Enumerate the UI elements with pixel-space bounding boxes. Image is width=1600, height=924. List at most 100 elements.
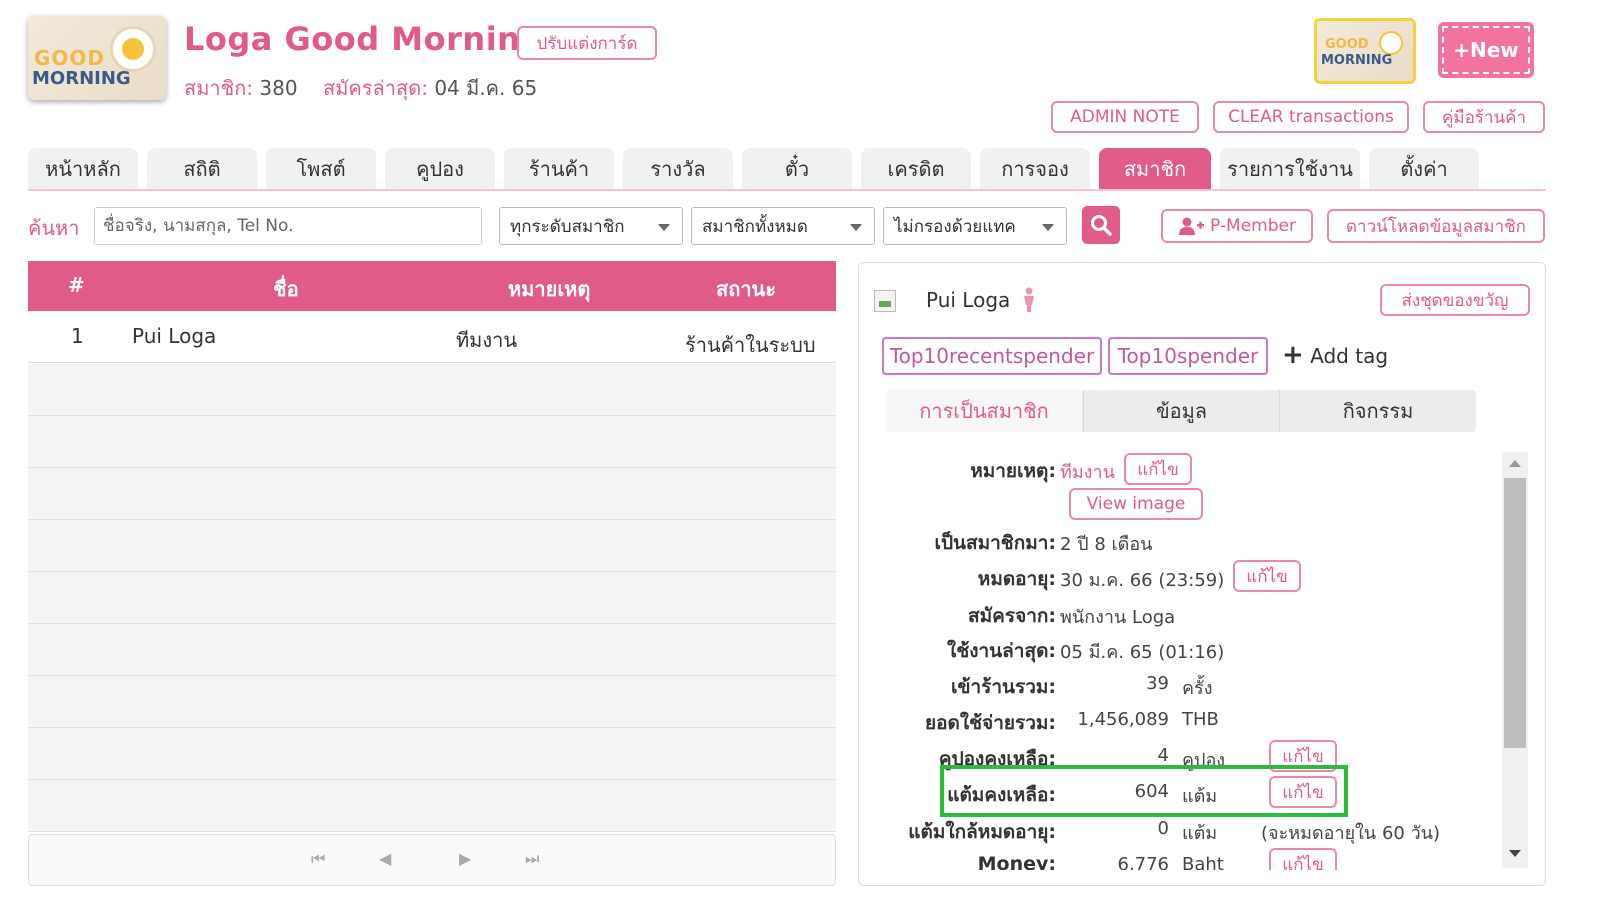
col-name: ชื่อ [273, 277, 299, 301]
search-button[interactable] [1082, 206, 1120, 244]
clear-transactions-button[interactable]: CLEAR transactions [1213, 101, 1409, 133]
logo-text-bottom: MORNING [32, 68, 131, 89]
plus-icon: + [1282, 340, 1304, 370]
signup-from-label: สมัครจาก: [968, 605, 1056, 627]
tab-usage[interactable]: รายการใช้งาน [1220, 148, 1360, 190]
subtab-activity[interactable]: กิจกรรม [1279, 390, 1476, 432]
tab-rewards[interactable]: รางวัล [623, 148, 733, 190]
tab-credit[interactable]: เครดิต [861, 148, 971, 190]
view-image-button[interactable]: View image [1069, 488, 1203, 520]
p-member-button[interactable]: P-Member [1161, 209, 1313, 243]
send-gift-button[interactable]: ส่งชุดของขวัญ [1380, 284, 1530, 316]
members-table-header: # ชื่อ หมายเหตุ สถานะ [28, 261, 836, 311]
member-since-label: เป็นสมาชิกมา: [934, 532, 1056, 554]
expiry-value: 30 ม.ค. 66 (23:59) [1060, 570, 1225, 591]
table-row-empty [28, 780, 836, 832]
avatar-text-bottom: MORNING [1321, 53, 1393, 68]
coupons-value: 4 [1157, 745, 1169, 766]
tab-tickets[interactable]: ตั๋ว [742, 148, 852, 190]
table-row-empty [28, 364, 836, 416]
member-meta: สมาชิก: 380 สมัครล่าสุด: 04 มี.ค. 65 [184, 72, 537, 104]
last-signup-label: สมัครล่าสุด: [323, 76, 428, 100]
note-value: ทีมงาน [1060, 462, 1115, 483]
tab-underline [28, 189, 1546, 191]
row-name: Pui Loga [132, 324, 217, 348]
tag-top10spender[interactable]: Top10spender [1108, 337, 1268, 375]
admin-note-button[interactable]: ADMIN NOTE [1051, 101, 1199, 133]
add-tag-button[interactable]: + Add tag [1282, 340, 1388, 370]
scroll-up-icon[interactable] [1509, 460, 1521, 467]
money-label: Money: [977, 853, 1056, 870]
tab-booking[interactable]: การจอง [980, 148, 1090, 190]
edit-expiry-button[interactable]: แก้ไข [1233, 560, 1301, 592]
expiry-label: หมดอายุ: [977, 568, 1056, 590]
download-members-button[interactable]: ดาวน์โหลดข้อมูลสมาชิก [1327, 209, 1545, 243]
add-user-icon [1179, 217, 1205, 235]
spend-value: 1,456,089 [1077, 709, 1169, 730]
expiring-points-unit: แต้ม [1182, 823, 1218, 844]
subtab-info[interactable]: ข้อมูล [1083, 390, 1279, 432]
scroll-down-icon[interactable] [1509, 850, 1521, 857]
col-number: # [68, 273, 85, 297]
expiring-points-label: แต้มใกล้หมดอายุ: [908, 821, 1056, 843]
tab-posts[interactable]: โพสต์ [266, 148, 376, 190]
add-tag-label: Add tag [1310, 344, 1389, 368]
next-page-icon[interactable]: ▶ [459, 849, 471, 868]
level-filter-select[interactable]: ทุกระดับสมาชิก [499, 207, 683, 245]
visits-label: เข้าร้านรวม: [950, 676, 1056, 698]
table-row-empty [28, 572, 836, 624]
members-label: สมาชิก: [184, 76, 254, 100]
store-name: Loga Good Morning [184, 20, 544, 58]
logo-text-top: GOOD [34, 46, 106, 70]
store-manual-button[interactable]: คู่มือร้านค้า [1423, 101, 1545, 133]
first-page-icon[interactable]: ⏮ [311, 849, 325, 869]
edit-money-button[interactable]: แก้ไข [1269, 848, 1337, 870]
member-filter-select[interactable]: สมาชิกทั้งหมด [691, 207, 875, 245]
tab-coupons[interactable]: คูปอง [385, 148, 495, 190]
expiring-points-note: (จะหมดอายุใน 60 วัน) [1261, 823, 1440, 844]
last-page-icon[interactable]: ⏭ [525, 849, 539, 869]
tag-filter-select[interactable]: ไม่กรองด้วยแทค [883, 207, 1067, 245]
row-note: ทีมงาน [456, 328, 518, 352]
new-button[interactable]: +New [1438, 22, 1534, 78]
p-member-label: P-Member [1210, 216, 1296, 236]
signup-from-value: พนักงาน Loga [1060, 607, 1176, 628]
table-row-empty [28, 624, 836, 676]
customize-card-button[interactable]: ปรับแต่งการ์ด [517, 26, 657, 60]
table-row-empty [28, 728, 836, 780]
spend-label: ยอดใช้จ่ายรวม: [925, 712, 1056, 734]
profile-subtabs: การเป็นสมาชิก ข้อมูล กิจกรรม [886, 390, 1476, 432]
scroll-thumb[interactable] [1504, 478, 1526, 748]
chevron-down-icon [1042, 224, 1054, 231]
tab-home[interactable]: หน้าหลัก [28, 148, 138, 190]
female-icon [1024, 287, 1034, 312]
tab-stats[interactable]: สถิติ [147, 148, 257, 190]
search-input[interactable] [94, 207, 482, 245]
store-logo: GOOD MORNING [28, 16, 166, 100]
points-highlight-box [940, 765, 1348, 817]
table-row[interactable]: 1 Pui Loga ทีมงาน ร้านค้าในระบบ [28, 311, 836, 363]
table-row-empty [28, 416, 836, 468]
tab-shop[interactable]: ร้านค้า [504, 148, 614, 190]
tag-filter-value: ไม่กรองด้วยแทค [894, 216, 1016, 237]
member-avatar [874, 290, 896, 312]
chevron-down-icon [658, 224, 670, 231]
row-status: ร้านค้าในระบบ [685, 333, 816, 357]
note-label: หมายเหตุ: [970, 460, 1056, 482]
table-row-empty [28, 468, 836, 520]
money-value: 6,776 [1117, 854, 1169, 870]
spend-unit: THB [1182, 709, 1219, 730]
edit-note-button[interactable]: แก้ไข [1124, 453, 1192, 485]
pagination: ⏮ ◀ ▶ ⏭ [28, 834, 836, 886]
prev-page-icon[interactable]: ◀ [379, 849, 391, 868]
details-scrollbar[interactable] [1502, 452, 1528, 868]
search-label: ค้นหา [28, 216, 80, 240]
tag-top10recentspender[interactable]: Top10recentspender [882, 337, 1102, 375]
tab-settings[interactable]: ตั้งค่า [1369, 148, 1479, 190]
tab-members[interactable]: สมาชิก [1099, 148, 1211, 190]
store-avatar[interactable]: GOOD MORNING [1314, 18, 1416, 84]
avatar-egg [1379, 31, 1403, 55]
subtab-membership[interactable]: การเป็นสมาชิก [886, 390, 1082, 432]
visits-value: 39 [1146, 673, 1169, 694]
col-status: สถานะ [716, 277, 776, 301]
